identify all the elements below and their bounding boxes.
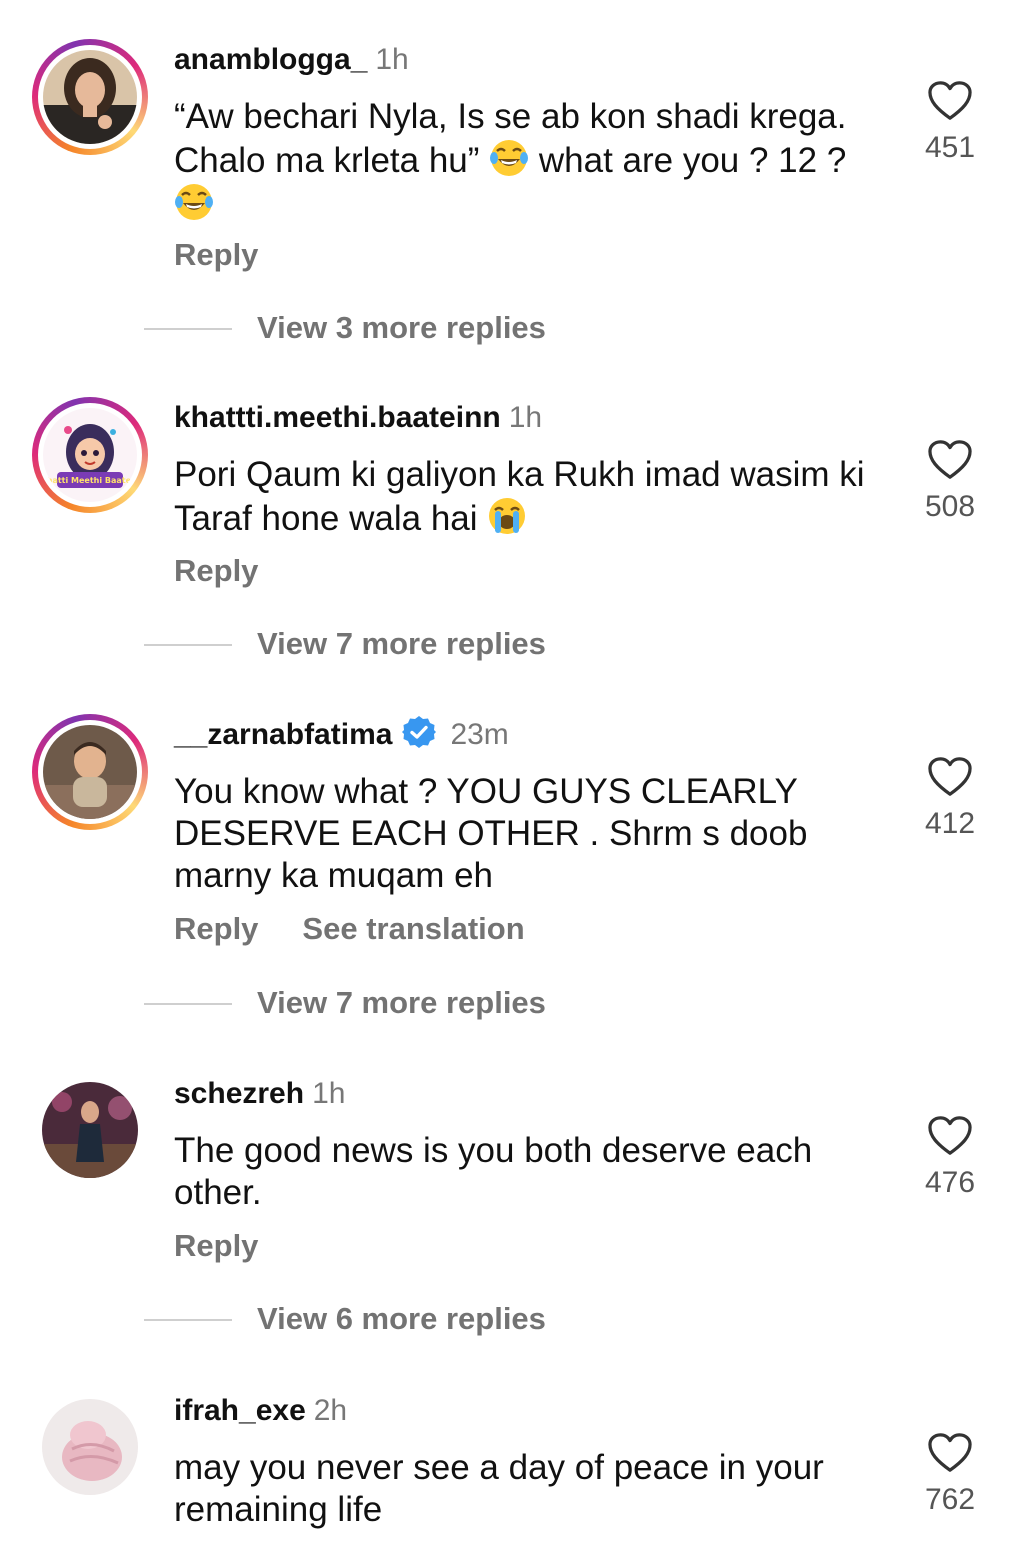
- avatar: [43, 50, 137, 144]
- divider-line: [144, 1319, 232, 1321]
- divider-line: [144, 1003, 232, 1005]
- comment-actions: Reply: [174, 1226, 258, 1266]
- timestamp: 23m: [450, 718, 509, 751]
- laugh-emoji-icon: [490, 140, 529, 176]
- divider-line: [144, 644, 232, 646]
- like-control: 412: [900, 756, 1000, 842]
- timestamp: 1h: [508, 401, 543, 434]
- heart-outline-icon[interactable]: [927, 756, 973, 798]
- comment-text: Pori Qaum ki galiyon ka Rukh imad wasim …: [174, 455, 865, 538]
- like-count: 451: [924, 131, 976, 164]
- avatar-caption: Khatti Meethi Baatein: [43, 476, 137, 485]
- heart-outline-icon[interactable]: [927, 439, 973, 481]
- heart-outline-icon[interactable]: [927, 80, 973, 122]
- like-count: 412: [924, 807, 976, 840]
- comment-actions: Reply: [174, 235, 258, 275]
- avatar[interactable]: [42, 1399, 138, 1495]
- heart-outline-icon[interactable]: [927, 1115, 973, 1157]
- comment-header: anamblogga_ 1h: [174, 40, 409, 80]
- avatar[interactable]: [42, 1082, 138, 1178]
- comment-text: The good news is you both deserve each o…: [174, 1131, 813, 1212]
- view-replies-label[interactable]: View 7 more replies: [257, 983, 546, 1023]
- avatar-story-ring[interactable]: [32, 39, 148, 155]
- like-control: 476: [900, 1115, 1000, 1201]
- like-count: 508: [924, 490, 976, 523]
- like-count: 762: [924, 1483, 976, 1516]
- avatar: Khatti Meethi Baatein: [43, 408, 137, 502]
- timestamp: 1h: [375, 43, 409, 76]
- timestamp: 1h: [312, 1077, 346, 1110]
- divider-line: [144, 328, 232, 330]
- comment-actions: Reply: [174, 551, 258, 591]
- avatar-story-ring[interactable]: [32, 714, 148, 830]
- username[interactable]: __zarnabfatima: [174, 718, 392, 751]
- username[interactable]: ifrah_exe: [174, 1394, 306, 1427]
- view-replies-label[interactable]: View 7 more replies: [257, 624, 546, 664]
- comment-header: __zarnabfatima 23m: [174, 715, 509, 755]
- like-control: 508: [900, 439, 1000, 525]
- username[interactable]: anamblogga_: [174, 43, 367, 76]
- reply-button[interactable]: Reply: [174, 1228, 258, 1263]
- view-replies-label[interactable]: View 3 more replies: [257, 308, 546, 348]
- comment-text: “Aw bechari Nyla, Is se ab kon shadi kre…: [174, 96, 894, 226]
- comment-text: may you never see a day of peace in your…: [174, 1448, 824, 1529]
- comment-actions: Reply See translation: [174, 909, 525, 949]
- like-control: 451: [900, 80, 1000, 166]
- reply-button[interactable]: Reply: [174, 237, 258, 272]
- laugh-emoji-icon: [175, 184, 213, 220]
- reply-button[interactable]: Reply: [174, 911, 258, 946]
- avatar-story-ring[interactable]: Khatti Meethi Baatein: [32, 397, 148, 513]
- avatar: [43, 725, 137, 819]
- view-replies-label[interactable]: View 6 more replies: [257, 1299, 546, 1339]
- like-count: 476: [924, 1166, 976, 1199]
- comment-text: You know what ? YOU GUYS CLEARLY DESERVE…: [174, 772, 808, 895]
- crying-emoji-icon: [489, 498, 526, 534]
- see-translation-button[interactable]: See translation: [302, 911, 524, 946]
- comment-header: ifrah_exe 2h: [174, 1391, 347, 1431]
- username[interactable]: schezreh: [174, 1077, 304, 1110]
- timestamp: 2h: [313, 1394, 348, 1427]
- verified-badge-icon: [402, 716, 437, 748]
- username[interactable]: khattti.meethi.baateinn: [174, 401, 501, 434]
- comment-header: schezreh 1h: [174, 1074, 345, 1114]
- reply-button[interactable]: Reply: [174, 553, 258, 588]
- heart-outline-icon[interactable]: [927, 1432, 973, 1474]
- like-control: 762: [900, 1432, 1000, 1518]
- comment-header: khattti.meethi.baateinn 1h: [174, 398, 542, 438]
